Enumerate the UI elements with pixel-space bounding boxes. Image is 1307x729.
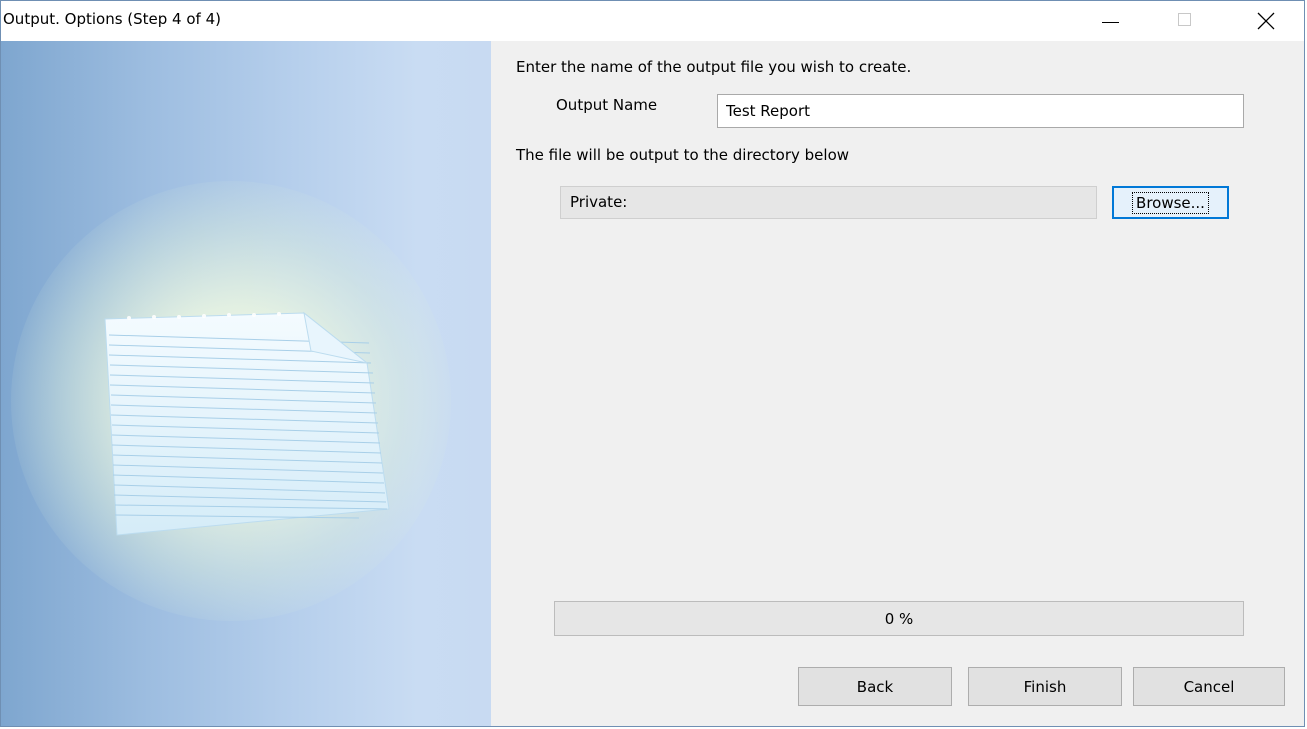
minimize-icon[interactable] <box>1082 1 1138 41</box>
wizard-content: Enter the name of the output file you wi… <box>491 41 1304 726</box>
title-bar[interactable]: Output. Options (Step 4 of 4) <box>1 1 1304 41</box>
back-button[interactable]: Back <box>798 667 952 706</box>
output-name-input[interactable] <box>717 94 1244 128</box>
finish-button[interactable]: Finish <box>968 667 1122 706</box>
cancel-button[interactable]: Cancel <box>1133 667 1285 706</box>
close-icon[interactable] <box>1238 1 1294 41</box>
finish-button-label: Finish <box>1023 677 1067 696</box>
intro-text: Enter the name of the output file you wi… <box>516 58 912 76</box>
document-illustration <box>104 311 390 536</box>
browse-button[interactable]: Browse... <box>1112 186 1229 219</box>
maximize-icon[interactable] <box>1158 1 1214 41</box>
window-title: Output. Options (Step 4 of 4) <box>3 10 221 28</box>
back-button-label: Back <box>856 677 894 696</box>
output-options-dialog: Output. Options (Step 4 of 4) Enter the … <box>0 0 1305 727</box>
wizard-side-panel <box>1 41 491 726</box>
progress-bar: 0 % <box>554 601 1244 636</box>
directory-label: The file will be output to the directory… <box>516 146 850 164</box>
browse-button-label: Browse... <box>1132 191 1209 214</box>
cancel-button-label: Cancel <box>1183 677 1235 696</box>
output-name-label: Output Name <box>556 96 658 114</box>
progress-label: 0 % <box>884 610 914 628</box>
output-directory-field: Private: <box>560 186 1097 219</box>
